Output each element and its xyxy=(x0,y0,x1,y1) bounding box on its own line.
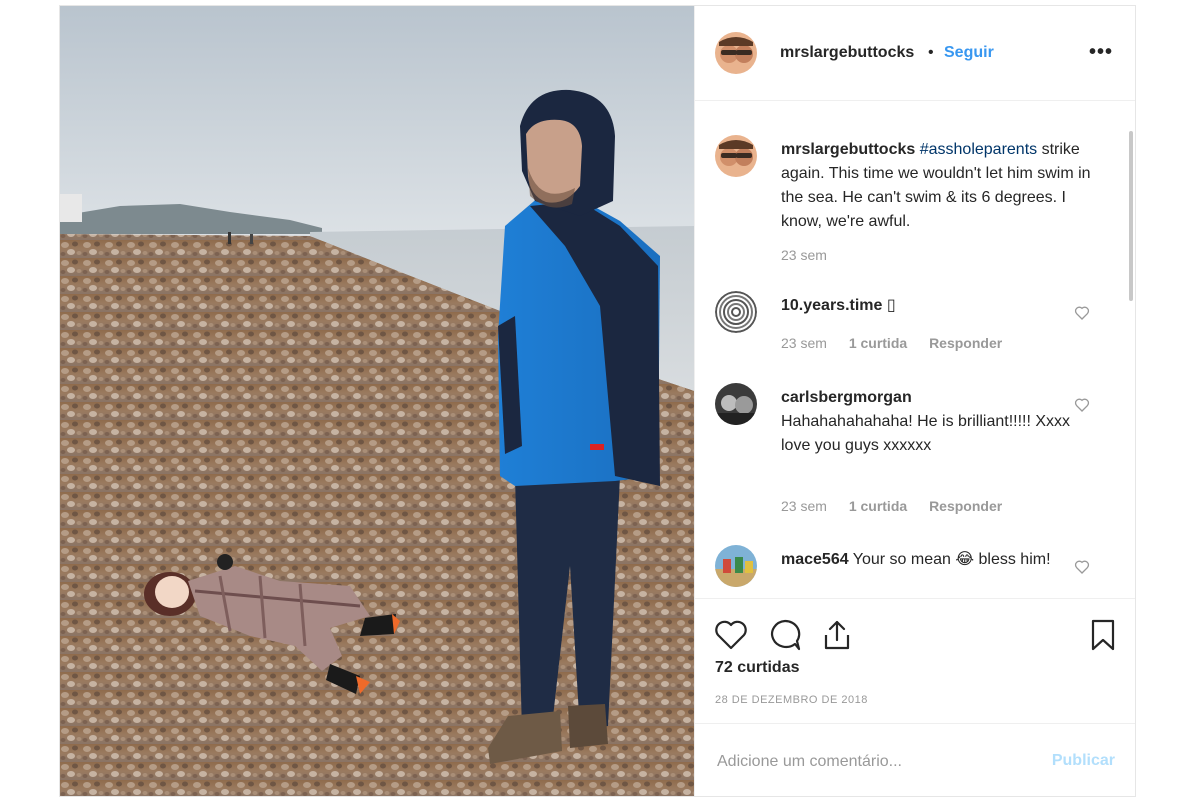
more-options-icon[interactable]: ••• xyxy=(1089,41,1113,64)
comment-username[interactable]: carlsbergmorgan xyxy=(781,389,912,406)
author-avatar-image xyxy=(715,32,757,74)
bookmark-icon[interactable] xyxy=(1085,617,1121,653)
comment-body: Hahahahahahaha! He is brilliant!!!!! Xxx… xyxy=(781,413,1071,454)
share-icon[interactable] xyxy=(819,617,855,653)
comment-time[interactable]: 23 sem xyxy=(781,498,827,514)
like-heart-icon[interactable] xyxy=(713,617,749,653)
heart-icon[interactable] xyxy=(1074,305,1090,321)
comment-bubble-icon[interactable] xyxy=(767,617,803,653)
beach-photo-illustration xyxy=(60,6,694,796)
caption-time[interactable]: 23 sem xyxy=(781,247,827,263)
caption-text: mrslargebuttocks #assholeparents strike … xyxy=(781,138,1096,234)
comment-username[interactable]: mace564 xyxy=(781,551,849,568)
caption-avatar[interactable] xyxy=(715,135,757,177)
caption-username[interactable]: mrslargebuttocks xyxy=(781,141,915,158)
follow-button[interactable]: Seguir xyxy=(944,44,994,62)
comment-username[interactable]: 10.years.time xyxy=(781,297,882,314)
comment-text: mace564 Your so mean 😂 bless him! xyxy=(781,548,1096,572)
comments-list[interactable]: mrslargebuttocks #assholeparents strike … xyxy=(695,101,1135,598)
comment-meta: 23 sem 1 curtida Responder xyxy=(781,335,1020,351)
caption-meta: 23 sem xyxy=(781,247,845,263)
post-header: mrslargebuttocks • Seguir ••• xyxy=(695,6,1135,101)
caption-hashtag[interactable]: #assholeparents xyxy=(920,141,1037,158)
likes-count[interactable]: 72 curtidas xyxy=(715,659,799,677)
post-side-panel: mrslargebuttocks • Seguir ••• mrslargebu… xyxy=(694,6,1135,796)
comment-avatar[interactable] xyxy=(715,291,757,333)
comment-meta: 23 sem 1 curtida Responder xyxy=(781,498,1020,514)
comment-likes[interactable]: 1 curtida xyxy=(849,335,907,351)
post-photo[interactable] xyxy=(60,6,694,796)
heart-icon[interactable] xyxy=(1074,559,1090,575)
publish-button[interactable]: Publicar xyxy=(1052,752,1115,770)
header-username[interactable]: mrslargebuttocks xyxy=(780,44,914,62)
comment-emoji: ▯ xyxy=(886,297,896,314)
reply-button[interactable]: Responder xyxy=(929,335,1002,351)
post-date[interactable]: 28 DE DEZEMBRO DE 2018 xyxy=(715,694,868,706)
comment-body: Your so mean 😂 bless him! xyxy=(852,551,1051,568)
comment-avatar-image xyxy=(715,545,757,587)
caption-avatar-image xyxy=(715,135,757,177)
comment-avatar-image xyxy=(715,383,757,425)
add-comment-bar: Publicar xyxy=(695,723,1135,797)
instagram-post: mrslargebuttocks • Seguir ••• mrslargebu… xyxy=(59,5,1136,797)
comment-avatar[interactable] xyxy=(715,383,757,425)
comment-time[interactable]: 23 sem xyxy=(781,335,827,351)
comment-text: 10.years.time ▯ xyxy=(781,294,1096,318)
header-separator: • xyxy=(928,44,934,61)
comment-input[interactable] xyxy=(715,748,1019,776)
author-avatar[interactable] xyxy=(715,32,757,74)
comments-scrollbar[interactable] xyxy=(1129,131,1133,301)
heart-icon[interactable] xyxy=(1074,397,1090,413)
comment-avatar[interactable] xyxy=(715,545,757,587)
comment-avatar-image xyxy=(715,291,757,333)
comment-likes[interactable]: 1 curtida xyxy=(849,498,907,514)
reply-button[interactable]: Responder xyxy=(929,498,1002,514)
comment-text: carlsbergmorgan Hahahahahahaha! He is br… xyxy=(781,386,1096,458)
